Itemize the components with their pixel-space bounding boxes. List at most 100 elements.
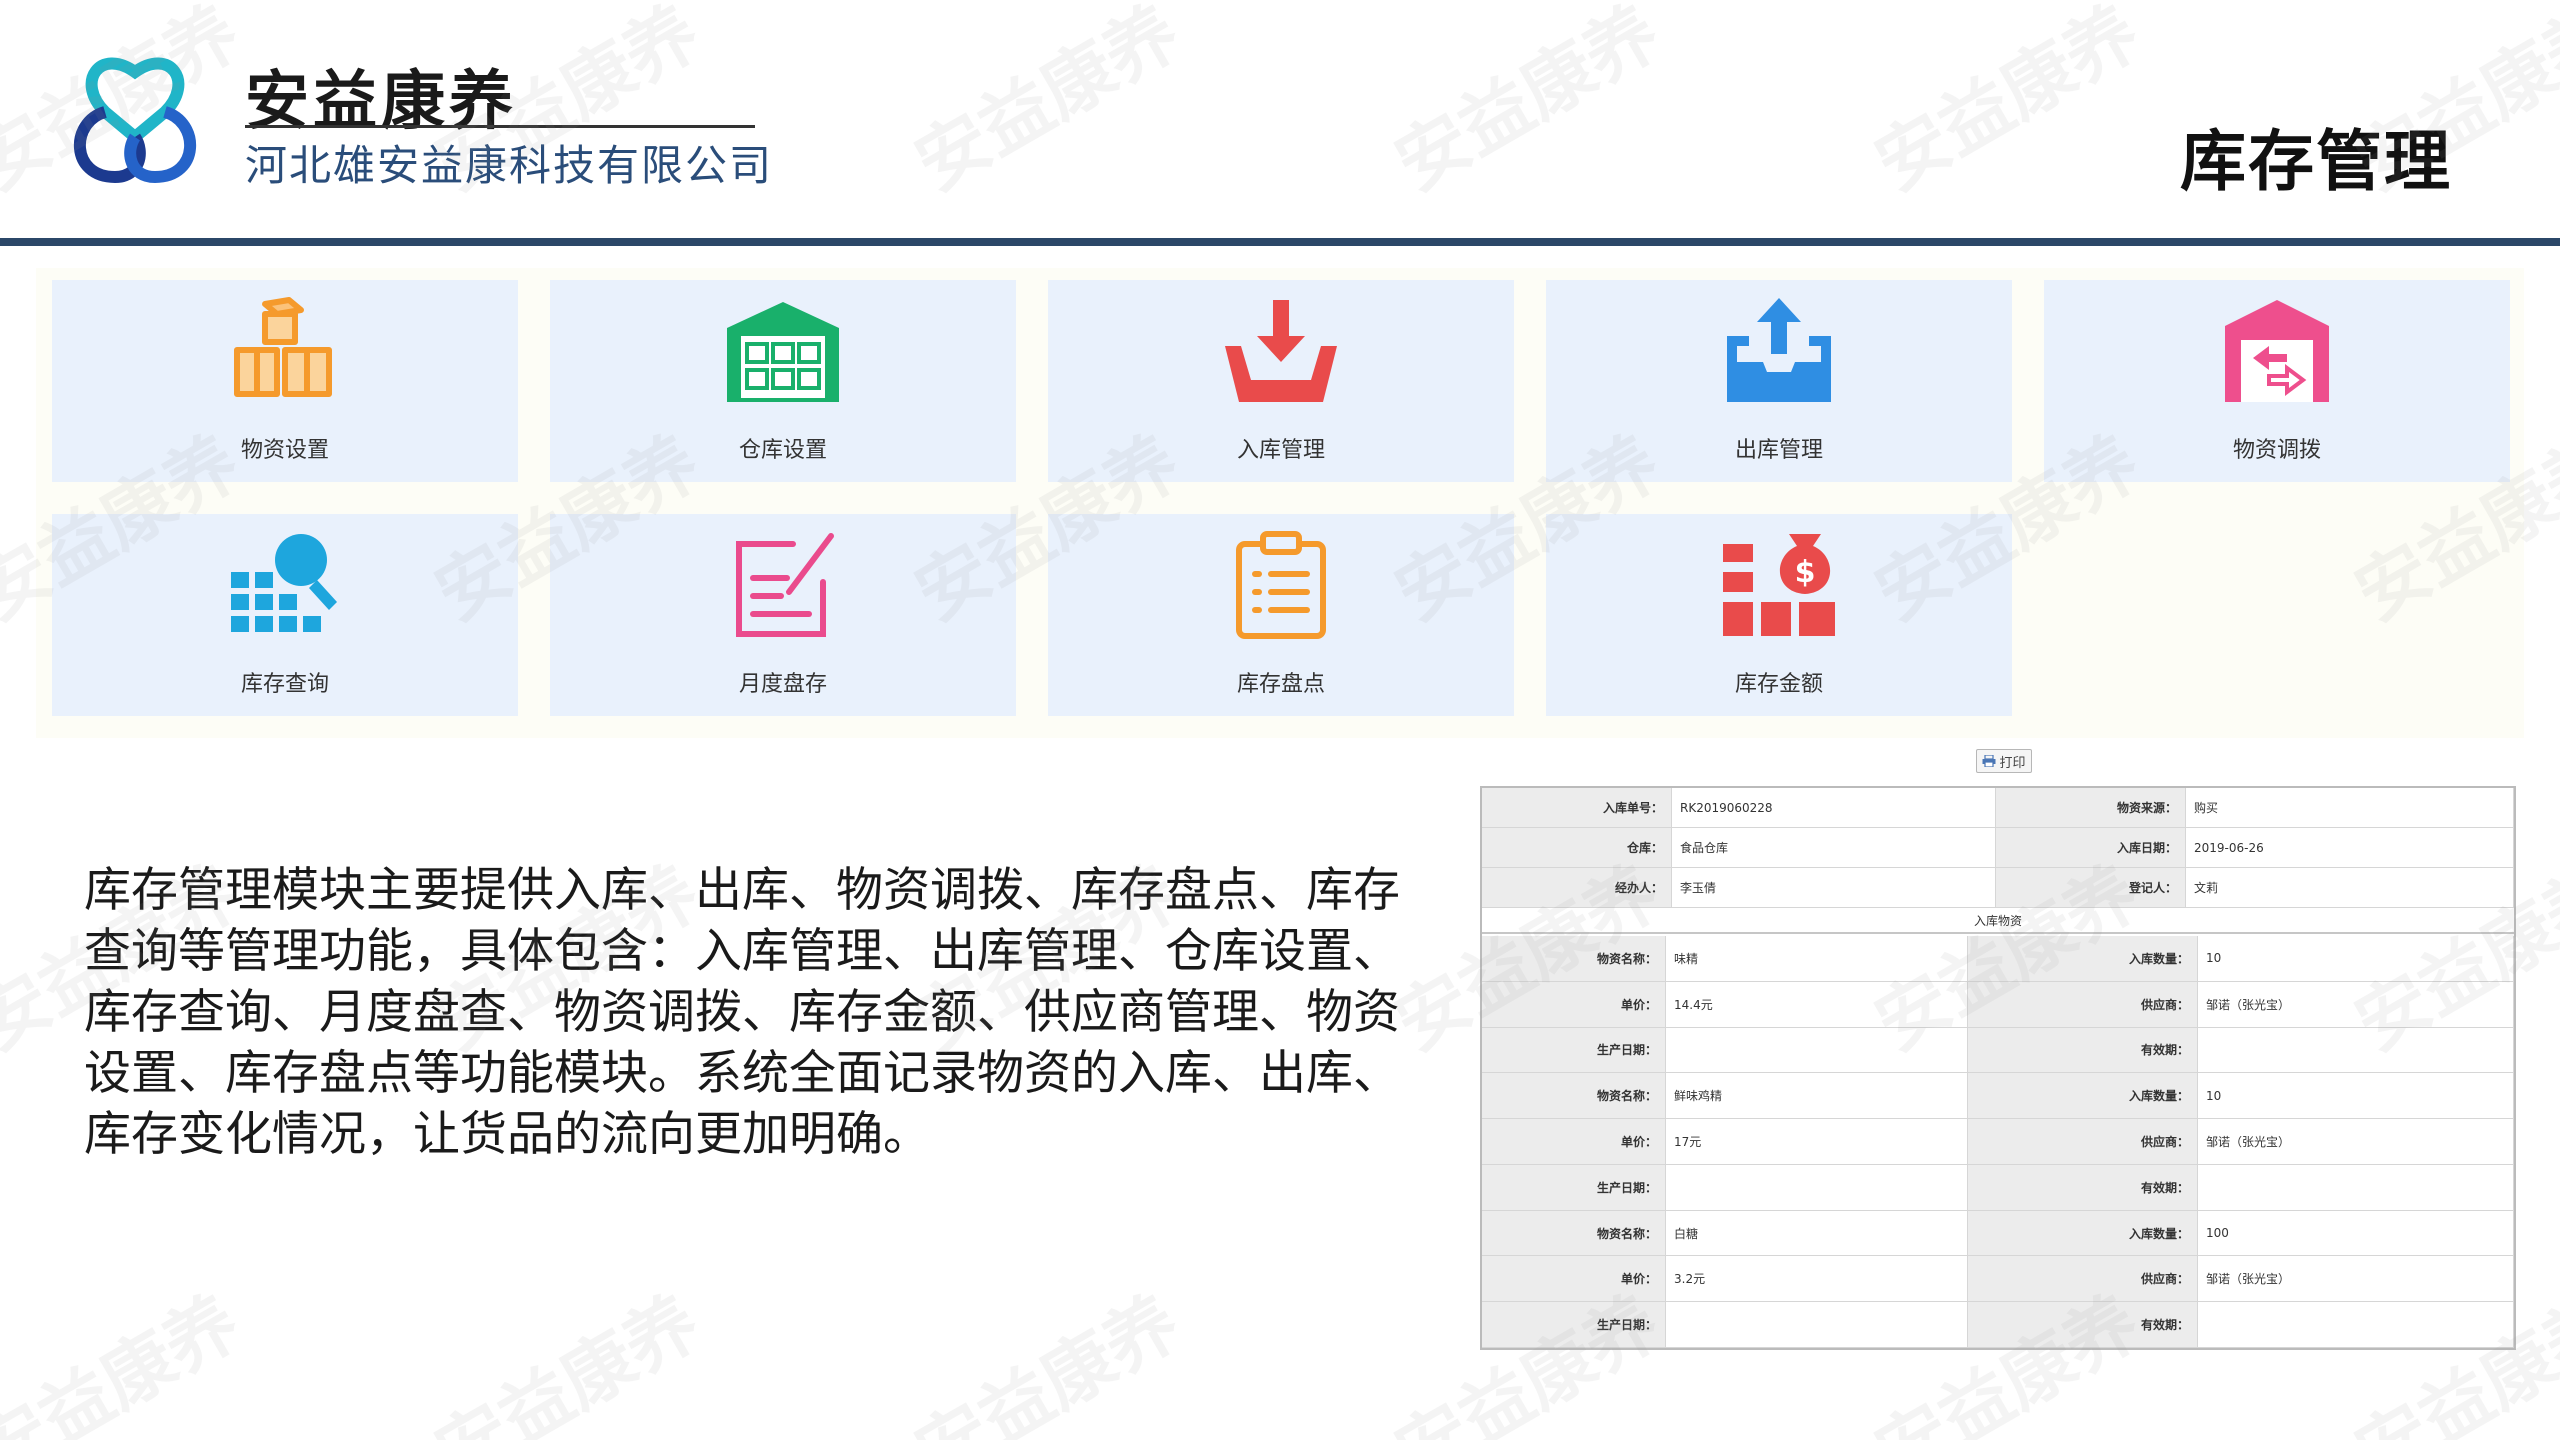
form-header-label: 物资来源： [1996,788,2186,827]
module-description: 库存管理模块主要提供入库、出库、物资调拨、库存盘点、库存查询等管理功能，具体包含… [84,863,1400,1162]
watermark-text: 安益康养 [0,1279,253,1440]
outbound-tray-icon [1727,298,1831,402]
form-item-label: 生产日期： [1482,1027,1666,1073]
form-item-label: 供应商： [1968,1119,2198,1164]
form-header-value: 食品仓库 [1672,828,1996,867]
module-tile-inventory-amount[interactable]: $ 库存金额 [1546,514,2012,716]
form-item-label: 有效期： [1968,1302,2198,1347]
header: 安益康养 河北雄安益康科技有限公司 库存管理 [0,0,2560,242]
module-label: 物资设置 [240,438,329,463]
svg-text:$: $ [1795,555,1816,590]
page-title: 库存管理 [2180,123,2452,200]
form-item-label: 有效期： [1968,1027,2198,1073]
module-label: 出库管理 [1734,438,1823,463]
form-header-row: 仓库： 食品仓库 入库日期： 2019-06-26 [1482,828,2514,868]
module-tile-material-settings[interactable]: 物资设置 [52,280,518,482]
form-item-value [2198,1302,2514,1347]
form-item-value [2198,1164,2514,1210]
module-tile-outbound-management[interactable]: 出库管理 [1546,280,2012,482]
form-item-value: 14.4元 [1666,981,1968,1027]
boxes-icon [234,297,332,397]
form-item-value [2198,1027,2514,1073]
form-item-label: 有效期： [1968,1164,2198,1210]
form-item-value: 鲜味鸡精 [1666,1073,1968,1119]
form-item-label: 单价： [1482,981,1666,1027]
form-item-row: 生产日期： 有效期： [1482,1027,2514,1074]
form-item-row: 物资名称： 味精 入库数量： 10 [1482,936,2514,982]
form-item-row: 单价： 14.4元 供应商： 邹诺（张光宝） [1482,981,2514,1028]
form-item-value: 10 [2198,1073,2514,1119]
form-item-label: 入库数量： [1968,1073,2198,1119]
form-item-value: 邹诺（张光宝） [2198,1256,2514,1302]
form-item-label: 生产日期： [1482,1302,1666,1347]
form-header-row: 入库单号： RK2019060228 物资来源： 购买 [1482,788,2514,828]
brand-name: 安益康养 [245,64,517,139]
module-label: 入库管理 [1236,438,1325,463]
form-item-value: 邹诺（张光宝） [2198,981,2514,1027]
module-tile-inventory-count[interactable]: 库存盘点 [1048,514,1514,716]
clipboard-list-icon [1236,531,1326,639]
form-item-value: 3.2元 [1666,1256,1968,1302]
module-label: 库存查询 [240,672,329,697]
form-item-value: 10 [2198,936,2514,981]
form-header-value: 文莉 [2186,868,2514,907]
form-item-label: 单价： [1482,1119,1666,1164]
form-item-value: 味精 [1666,936,1968,981]
form-item-row: 物资名称： 鲜味鸡精 入库数量： 10 [1482,1073,2514,1120]
form-item-label: 供应商： [1968,981,2198,1027]
search-blocks-icon [231,534,337,632]
module-label: 物资调拨 [2232,438,2321,463]
form-item-row: 单价： 17元 供应商： 邹诺（张光宝） [1482,1119,2514,1165]
form-header-value: 2019-06-26 [2186,828,2514,867]
form-header-label: 登记人： [1996,868,2186,907]
watermark-text: 安益康养 [901,1279,1193,1440]
form-item-label: 生产日期： [1482,1164,1666,1210]
form-item-label: 物资名称： [1482,1210,1666,1256]
form-item-label: 入库数量： [1968,936,2198,981]
money-bag-icon: $ [1723,534,1835,636]
form-item-value: 邹诺（张光宝） [2198,1119,2514,1164]
form-header-label: 经办人： [1482,868,1672,907]
form-header-value: RK2019060228 [1672,788,1996,827]
form-header-label: 入库单号： [1482,788,1672,827]
form-item-row: 生产日期： 有效期： [1482,1164,2514,1211]
brand-subtitle: 河北雄安益康科技有限公司 [245,141,774,190]
warehouse-icon [727,302,839,402]
edit-note-icon [736,533,834,637]
transfer-house-icon [2225,300,2329,402]
form-item-value [1666,1164,1968,1210]
module-tile-warehouse-settings[interactable]: 仓库设置 [550,280,1016,482]
form-item-value: 100 [2198,1210,2514,1256]
form-item-row: 生产日期： 有效期： [1482,1302,2514,1348]
form-item-label: 入库数量： [1968,1210,2198,1256]
form-header-label: 入库日期： [1996,828,2186,867]
form-header-label: 仓库： [1482,828,1672,867]
form-header-value: 购买 [2186,788,2514,827]
printer-icon [1982,755,1996,767]
module-tile-inventory-query[interactable]: 库存查询 [52,514,518,716]
form-item-value: 白糖 [1666,1210,1968,1256]
module-label: 库存盘点 [1236,672,1325,697]
module-label: 库存金额 [1734,672,1823,697]
watermark-text: 安益康养 [421,1279,713,1440]
module-label: 仓库设置 [738,438,827,463]
inbound-record-form: 入库单号： RK2019060228 物资来源： 购买 仓库： 食品仓库 入库日期： 2019… [1480,786,2516,1350]
module-tile-material-transfer[interactable]: 物资调拨 [2044,280,2510,482]
form-header-value: 李玉倩 [1672,868,1996,907]
print-label: 打印 [1999,755,2026,771]
module-label: 月度盘存 [738,672,827,697]
form-header-row: 经办人： 李玉倩 登记人： 文莉 [1482,868,2514,908]
form-item-row: 单价： 3.2元 供应商： 邹诺（张光宝） [1482,1256,2514,1303]
form-item-value [1666,1027,1968,1073]
brand-divider [245,125,755,128]
print-button[interactable]: 打印 [1976,749,2032,773]
form-item-value: 17元 [1666,1119,1968,1164]
module-tile-monthly-stocktake[interactable]: 月度盘存 [550,514,1016,716]
form-item-label: 物资名称： [1482,1073,1666,1119]
form-item-value [1666,1302,1968,1347]
form-item-label: 供应商： [1968,1256,2198,1302]
form-item-row: 物资名称： 白糖 入库数量： 100 [1482,1210,2514,1257]
inbound-tray-icon [1225,300,1337,402]
section-title: 入库物资 [1482,908,2514,934]
module-tile-inbound-management[interactable]: 入库管理 [1048,280,1514,482]
